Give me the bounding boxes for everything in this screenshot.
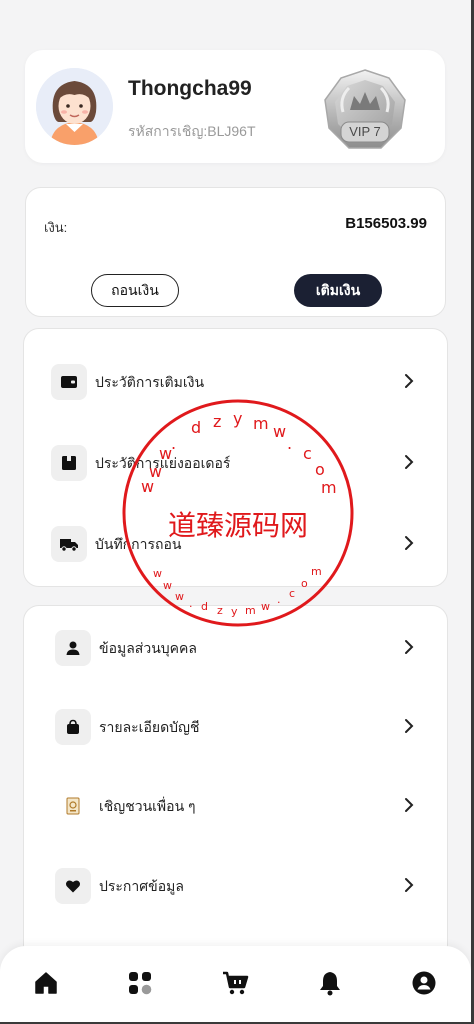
cart-icon bbox=[223, 971, 249, 995]
withdraw-button[interactable]: ถอนเงิน bbox=[91, 274, 179, 307]
balance-label: เงิน: bbox=[44, 220, 68, 235]
invite-code: รหัสการเชิญ:BLJ96T bbox=[128, 123, 256, 139]
menu-item-withdraw-history[interactable]: บันทึกการถอน bbox=[24, 521, 447, 565]
box-icon bbox=[51, 445, 87, 481]
nav-profile[interactable] bbox=[409, 968, 439, 998]
bottom-nav bbox=[0, 946, 471, 1022]
nav-cart[interactable] bbox=[220, 968, 250, 998]
menu-item-invite-friends[interactable]: เชิญชวนเพื่อน ๆ bbox=[24, 783, 447, 827]
chevron-right-icon bbox=[405, 798, 414, 812]
menu-item-order-history[interactable]: ประวัติการแย่งออเดอร์ bbox=[24, 440, 447, 484]
svg-text:c: c bbox=[289, 587, 295, 600]
menu-item-label: ประกาศข้อมูล bbox=[99, 878, 184, 894]
vip-shield-icon bbox=[324, 69, 406, 149]
chevron-right-icon bbox=[405, 455, 414, 469]
vip-badge: VIP 7 bbox=[319, 68, 411, 152]
vip-level: VIP 7 bbox=[349, 124, 381, 139]
menu-item-label: เชิญชวนเพื่อน ๆ bbox=[99, 798, 196, 814]
balance-card: เงิน: B156503.99 ถอนเงิน เติมเงิน bbox=[25, 187, 446, 317]
nav-notifications[interactable] bbox=[315, 968, 345, 998]
wallet-icon bbox=[51, 364, 87, 400]
menu-item-label: บันทึกการถอน bbox=[95, 536, 182, 552]
deposit-button[interactable]: เติมเงิน bbox=[294, 274, 382, 307]
chevron-right-icon bbox=[405, 878, 414, 892]
menu-item-label: ประวัติการแย่งออเดอร์ bbox=[95, 455, 231, 471]
chevron-right-icon bbox=[405, 374, 414, 388]
account-menu-card: ข้อมูลส่วนบุคคล รายละเอียดบัญชี เชิญชวนเ… bbox=[23, 605, 448, 965]
nav-categories[interactable] bbox=[125, 968, 155, 998]
bell-icon bbox=[320, 972, 340, 996]
user-icon bbox=[412, 971, 436, 995]
chevron-right-icon bbox=[405, 719, 414, 733]
balance-amount: B156503.99 bbox=[345, 215, 427, 232]
nav-home[interactable] bbox=[31, 968, 61, 998]
avatar[interactable] bbox=[36, 68, 113, 145]
person-icon bbox=[55, 630, 91, 666]
menu-item-label: รายละเอียดบัญชี bbox=[99, 719, 200, 735]
menu-item-personal-info[interactable]: ข้อมูลส่วนบุคคล bbox=[24, 625, 447, 669]
bag-icon bbox=[55, 709, 91, 745]
svg-text:w: w bbox=[175, 590, 184, 603]
menu-item-label: ข้อมูลส่วนบุคคล bbox=[99, 640, 197, 656]
history-menu-card: ประวัติการเติมเงิน ประวัติการแย่งออเดอร์… bbox=[23, 328, 448, 587]
chevron-right-icon bbox=[405, 536, 414, 550]
menu-item-announcements[interactable]: ประกาศข้อมูล bbox=[24, 863, 447, 907]
invite-icon bbox=[55, 788, 91, 824]
chevron-right-icon bbox=[405, 640, 414, 654]
grid-icon bbox=[129, 972, 152, 995]
username: Thongcha99 bbox=[128, 77, 252, 100]
menu-item-account-details[interactable]: รายละเอียดบัญชี bbox=[24, 704, 447, 748]
truck-icon bbox=[51, 526, 87, 562]
profile-card: Thongcha99 รหัสการเชิญ:BLJ96T VIP 7 bbox=[25, 50, 445, 163]
heart-icon bbox=[55, 868, 91, 904]
menu-item-deposit-history[interactable]: ประวัติการเติมเงิน bbox=[24, 359, 447, 403]
menu-item-label: ประวัติการเติมเงิน bbox=[95, 374, 205, 390]
home-icon bbox=[35, 972, 57, 994]
